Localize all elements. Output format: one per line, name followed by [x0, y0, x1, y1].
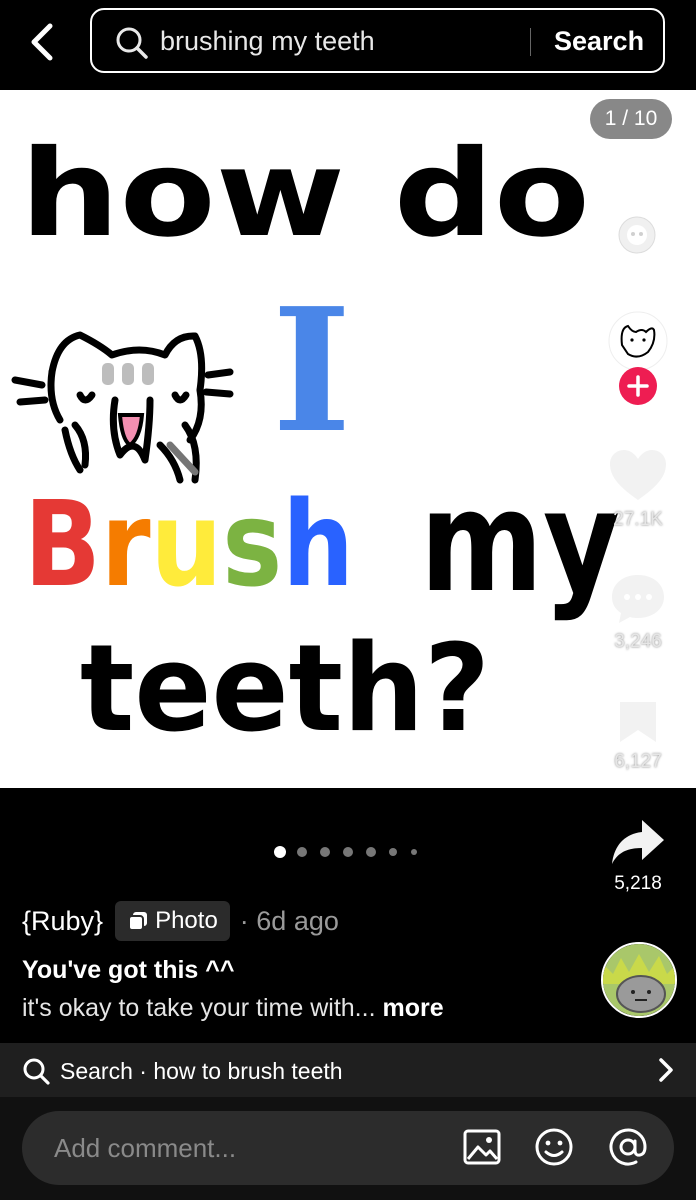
comment-icon [612, 575, 664, 623]
carousel-dot-active [274, 846, 286, 858]
carousel-dot [366, 847, 376, 857]
comment-input[interactable]: Add comment... [22, 1111, 674, 1185]
carousel-dot [297, 847, 307, 857]
share-count: 5,218 [614, 873, 662, 894]
search-icon [23, 1058, 50, 1085]
heart-icon [610, 450, 666, 500]
comment-area: Add comment... [0, 1097, 696, 1200]
image-icon[interactable] [462, 1127, 502, 1167]
chevron-right-icon [659, 1058, 673, 1082]
emoji-icon[interactable] [534, 1127, 574, 1167]
share-button[interactable]: 5,218 [598, 816, 678, 895]
creator-avatar-icon [608, 311, 668, 371]
follow-plus-icon[interactable] [618, 366, 658, 406]
bookmark-icon [620, 702, 656, 742]
top-bar: brushing my teeth Search [0, 0, 696, 88]
save-button[interactable]: 6,127 [598, 698, 678, 773]
caption-body[interactable]: it's okay to take your time with... more [22, 994, 444, 1023]
creator-avatar-button[interactable] [608, 310, 668, 405]
search-icon [116, 27, 148, 59]
artwork-text-i: I [272, 271, 352, 471]
caption-text: it's okay to take your time with... [22, 994, 376, 1022]
post-time-ago: · 6d ago [239, 905, 339, 936]
photo-badge-icon [128, 912, 148, 931]
like-button[interactable]: 27.1K [598, 448, 678, 531]
search-divider [530, 28, 531, 56]
comment-placeholder: Add comment... [54, 1133, 237, 1163]
page-indicator: 1 / 10 [590, 99, 672, 139]
author-name[interactable]: {Ruby} [22, 906, 103, 937]
comment-count: 3,246 [614, 631, 662, 652]
related-search-bar[interactable]: Search · how to brush teeth [0, 1043, 696, 1097]
artwork-text-how-do: how do [20, 125, 590, 264]
post-artwork: how do I Brush my teeth? [11, 125, 620, 759]
carousel-dot [343, 847, 353, 857]
caption-more-link[interactable]: more [382, 994, 443, 1022]
carousel-dot [320, 847, 330, 857]
related-search-label: Search · how to brush teeth [60, 1058, 343, 1084]
author-row: {Ruby} Photo · 6d ago [22, 900, 339, 942]
post-image[interactable]: how do I Brush my teeth? 1 / 10 [0, 90, 696, 788]
artwork-text-my: my [420, 461, 620, 624]
filter-effect-icon[interactable] [616, 214, 658, 256]
carousel-dot [411, 849, 417, 855]
photo-badge: Photo [115, 901, 230, 941]
search-query-text: brushing my teeth [160, 26, 375, 56]
back-arrow-icon[interactable] [22, 20, 62, 64]
comment-button[interactable]: 3,246 [598, 572, 678, 653]
cat-stripes [102, 363, 154, 385]
cat-tongue [117, 413, 145, 448]
artwork-text-brush: Brush [24, 475, 354, 613]
cat-doodle [11, 331, 234, 484]
mention-icon[interactable] [608, 1127, 648, 1167]
search-input[interactable]: brushing my teeth Search [90, 8, 665, 73]
share-icon [612, 820, 664, 864]
caption-title: You've got this ^^ [22, 956, 235, 984]
save-count: 6,127 [614, 751, 662, 772]
search-button[interactable]: Search [554, 26, 644, 57]
like-count: 27.1K [613, 509, 663, 530]
sound-avatar-image [603, 944, 675, 1016]
artwork-text-teeth: teeth? [80, 620, 490, 759]
sound-avatar[interactable] [601, 942, 677, 1018]
photo-badge-label: Photo [155, 907, 218, 934]
carousel-dot [389, 848, 397, 856]
